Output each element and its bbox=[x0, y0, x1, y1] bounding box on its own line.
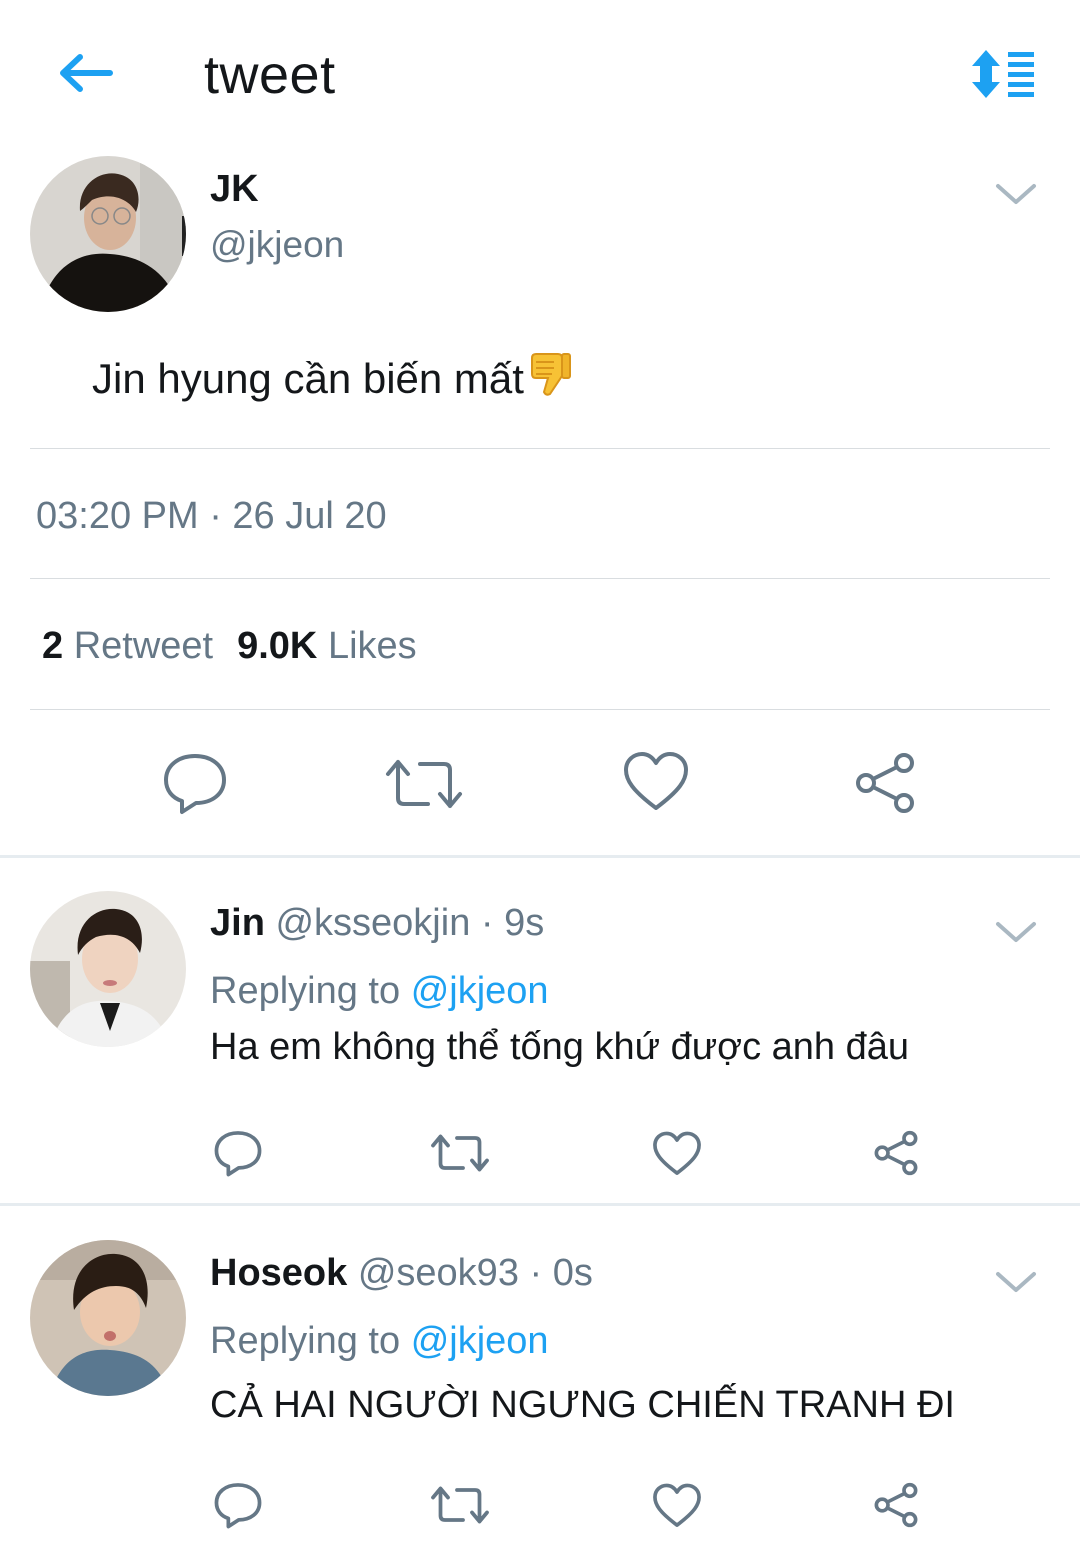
author-handle[interactable]: @seok93 bbox=[358, 1252, 519, 1294]
reply-button[interactable] bbox=[160, 750, 230, 821]
author-handle[interactable]: @jkjeon bbox=[210, 224, 344, 266]
share-button[interactable] bbox=[872, 1130, 920, 1181]
retweet-label: Retweet bbox=[73, 625, 214, 667]
heart-icon bbox=[624, 752, 688, 810]
author-name[interactable]: Hoseok bbox=[210, 1252, 347, 1294]
reply-tweet[interactable]: Hoseok @seok93 · 0s Replying to @jkjeon … bbox=[0, 1208, 1080, 1541]
share-button[interactable] bbox=[852, 752, 918, 819]
reply-tweet[interactable]: Jin @ksseokjin · 9s Replying to @jkjeon … bbox=[0, 858, 1080, 1204]
tweet-text-row: Jin hyung cần biến mất bbox=[92, 350, 574, 408]
page-title: tweet bbox=[204, 45, 336, 105]
likes-label: Likes bbox=[327, 625, 417, 667]
like-button[interactable] bbox=[652, 1482, 702, 1535]
chevron-down-icon bbox=[996, 184, 1036, 204]
retweet-count: 2 bbox=[42, 625, 64, 667]
reply-text: CẢ HAI NGƯỜI NGƯNG CHIẾN TRANH ĐI bbox=[210, 1384, 955, 1426]
like-button[interactable] bbox=[652, 1130, 702, 1183]
reply-age: · 9s bbox=[480, 902, 545, 944]
replying-label: Replying to bbox=[210, 1320, 401, 1362]
heart-icon bbox=[653, 1131, 701, 1175]
top-bar: tweet bbox=[0, 0, 1080, 150]
share-icon bbox=[874, 1130, 918, 1176]
main-tweet: JK @jkjeon Jin hyung cần biến mất 03:20 … bbox=[0, 150, 1080, 856]
reply-header: Hoseok @seok93 · 0s bbox=[210, 1252, 593, 1295]
reply-icon bbox=[214, 1131, 262, 1177]
retweet-stat[interactable]: 2 Retweet bbox=[42, 625, 213, 667]
reply-age: · 0s bbox=[529, 1252, 593, 1294]
replying-label: Replying to bbox=[210, 970, 401, 1012]
like-button[interactable] bbox=[622, 750, 690, 819]
retweet-button[interactable] bbox=[430, 1482, 490, 1533]
replying-to: Replying to @jkjeon bbox=[210, 970, 549, 1013]
reply-button[interactable] bbox=[212, 1128, 264, 1183]
share-icon bbox=[874, 1482, 918, 1528]
share-icon bbox=[856, 753, 914, 813]
retweet-button[interactable] bbox=[430, 1130, 490, 1181]
reply-icon bbox=[164, 754, 226, 814]
sort-button[interactable] bbox=[968, 46, 1038, 102]
avatar[interactable] bbox=[30, 1240, 186, 1396]
chevron-down-icon bbox=[996, 1272, 1036, 1292]
reply-header: Jin @ksseokjin · 9s bbox=[210, 902, 544, 945]
retweet-icon bbox=[386, 760, 462, 808]
likes-count: 9.0K bbox=[237, 625, 318, 667]
avatar[interactable] bbox=[30, 156, 186, 312]
arrow-left-icon bbox=[60, 54, 113, 92]
tweet-stats: 2 Retweet 9.0K Likes bbox=[42, 625, 417, 668]
author-name[interactable]: Jin bbox=[210, 902, 265, 944]
author-handle[interactable]: @ksseokjin bbox=[275, 902, 470, 944]
thumbs-down-icon bbox=[526, 350, 574, 408]
reply-icon bbox=[214, 1483, 262, 1529]
retweet-button[interactable] bbox=[384, 754, 464, 819]
author-name[interactable]: JK bbox=[210, 168, 259, 211]
mention-link[interactable]: @jkjeon bbox=[411, 1320, 549, 1362]
sort-list-icon bbox=[972, 50, 1034, 98]
tweet-text: Jin hyung cần biến mất bbox=[92, 355, 524, 402]
tweet-menu-button[interactable] bbox=[992, 1266, 1040, 1296]
retweet-icon bbox=[431, 1134, 489, 1172]
reply-text: Ha em không thể tống khứ được anh đâu bbox=[210, 1026, 910, 1068]
replying-to: Replying to @jkjeon bbox=[210, 1320, 549, 1363]
share-button[interactable] bbox=[872, 1482, 920, 1533]
tweet-menu-button[interactable] bbox=[992, 178, 1040, 208]
tweet-timestamp: 03:20 PM · 26 Jul 20 bbox=[36, 495, 387, 537]
section-separator bbox=[0, 1203, 1080, 1206]
avatar[interactable] bbox=[30, 891, 186, 1047]
likes-stat[interactable]: 9.0K Likes bbox=[237, 625, 417, 667]
mention-link[interactable]: @jkjeon bbox=[411, 970, 549, 1012]
divider bbox=[30, 578, 1050, 579]
reply-button[interactable] bbox=[212, 1480, 264, 1535]
tweet-menu-button[interactable] bbox=[992, 916, 1040, 946]
back-button[interactable] bbox=[50, 48, 120, 98]
heart-icon bbox=[653, 1483, 701, 1527]
divider bbox=[30, 448, 1050, 449]
divider bbox=[30, 709, 1050, 710]
retweet-icon bbox=[431, 1486, 489, 1524]
chevron-down-icon bbox=[996, 922, 1036, 942]
